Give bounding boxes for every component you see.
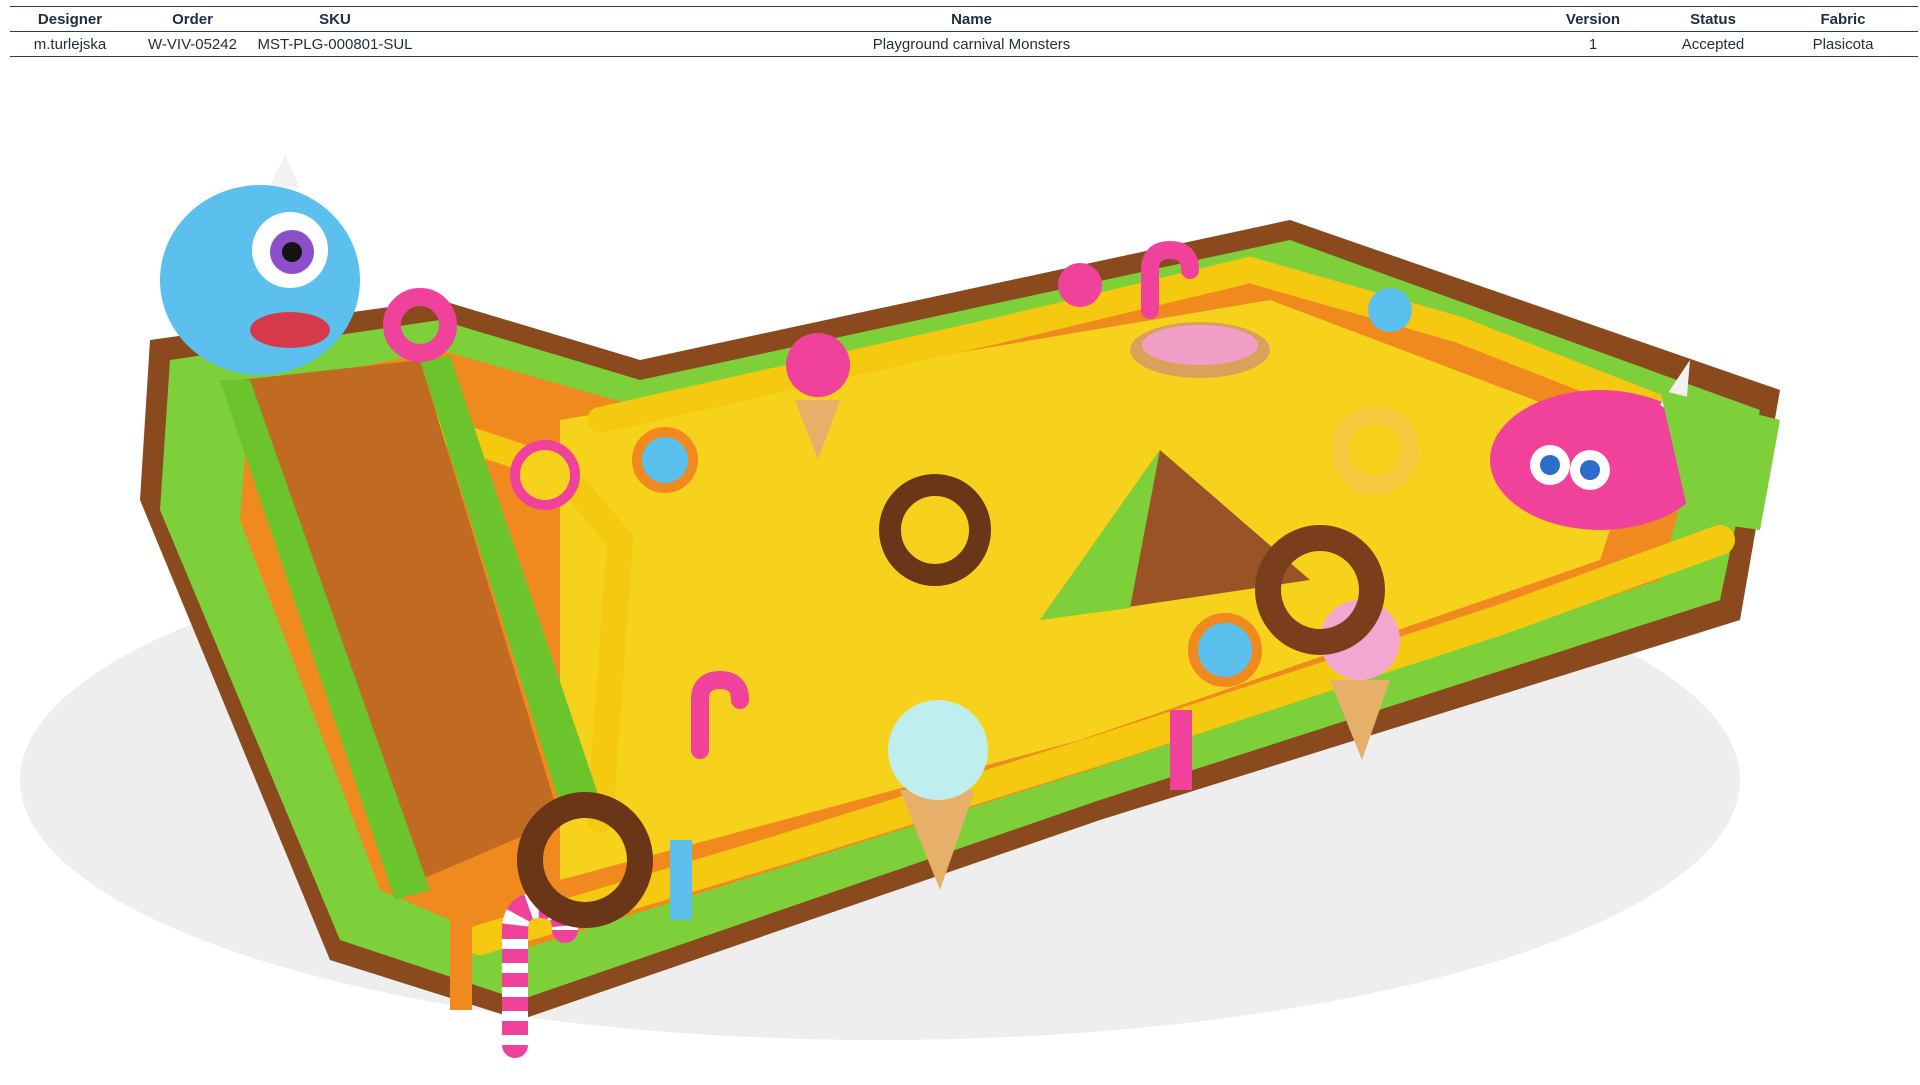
lollipop-middle [632,427,698,493]
header-designer: Designer [10,6,130,32]
render-area [0,60,1920,1080]
cell-fabric: Plasicota [1768,31,1918,57]
spec-table: Designer Order SKU Name Version Status F… [10,6,1918,57]
blue-monster-body [160,185,360,375]
header-order: Order [130,6,255,32]
balloon-back-right [1368,288,1412,332]
pink-monster-pupil-left [1540,455,1560,475]
cell-version: 1 [1528,31,1658,57]
lollipop-right [1188,613,1262,687]
header-name: Name [415,6,1528,32]
ice-cream-scoop-back [786,333,850,397]
header-fabric: Fabric [1768,6,1918,32]
ice-cream-scoop-front [888,700,988,800]
balloon-back-left [1058,263,1102,307]
volcano-top-icing [1142,325,1258,365]
cell-sku: MST-PLG-000801-SUL [255,31,415,57]
spec-table-header-row: Designer Order SKU Name Version Status F… [10,6,1918,32]
header-sku: SKU [255,6,415,32]
lollipop-left [510,440,580,510]
pillar-left [450,920,472,1010]
cell-status: Accepted [1658,31,1768,57]
blue-monster-horn [270,155,300,188]
cell-designer: m.turlejska [10,31,130,57]
inflatable-playground-render-icon [20,155,1780,1058]
blue-monster-mouth [250,312,330,348]
pillar-middle [670,840,692,920]
table-row: m.turlejska W-VIV-05242 MST-PLG-000801-S… [10,31,1918,57]
blue-monster-pupil-core [282,242,302,262]
pillar-right [1170,710,1192,790]
cell-order: W-VIV-05242 [130,31,255,57]
pink-monster-pupil-right [1580,460,1600,480]
header-status: Status [1658,6,1768,32]
cell-name: Playground carnival Monsters [415,31,1528,57]
header-version: Version [1528,6,1658,32]
